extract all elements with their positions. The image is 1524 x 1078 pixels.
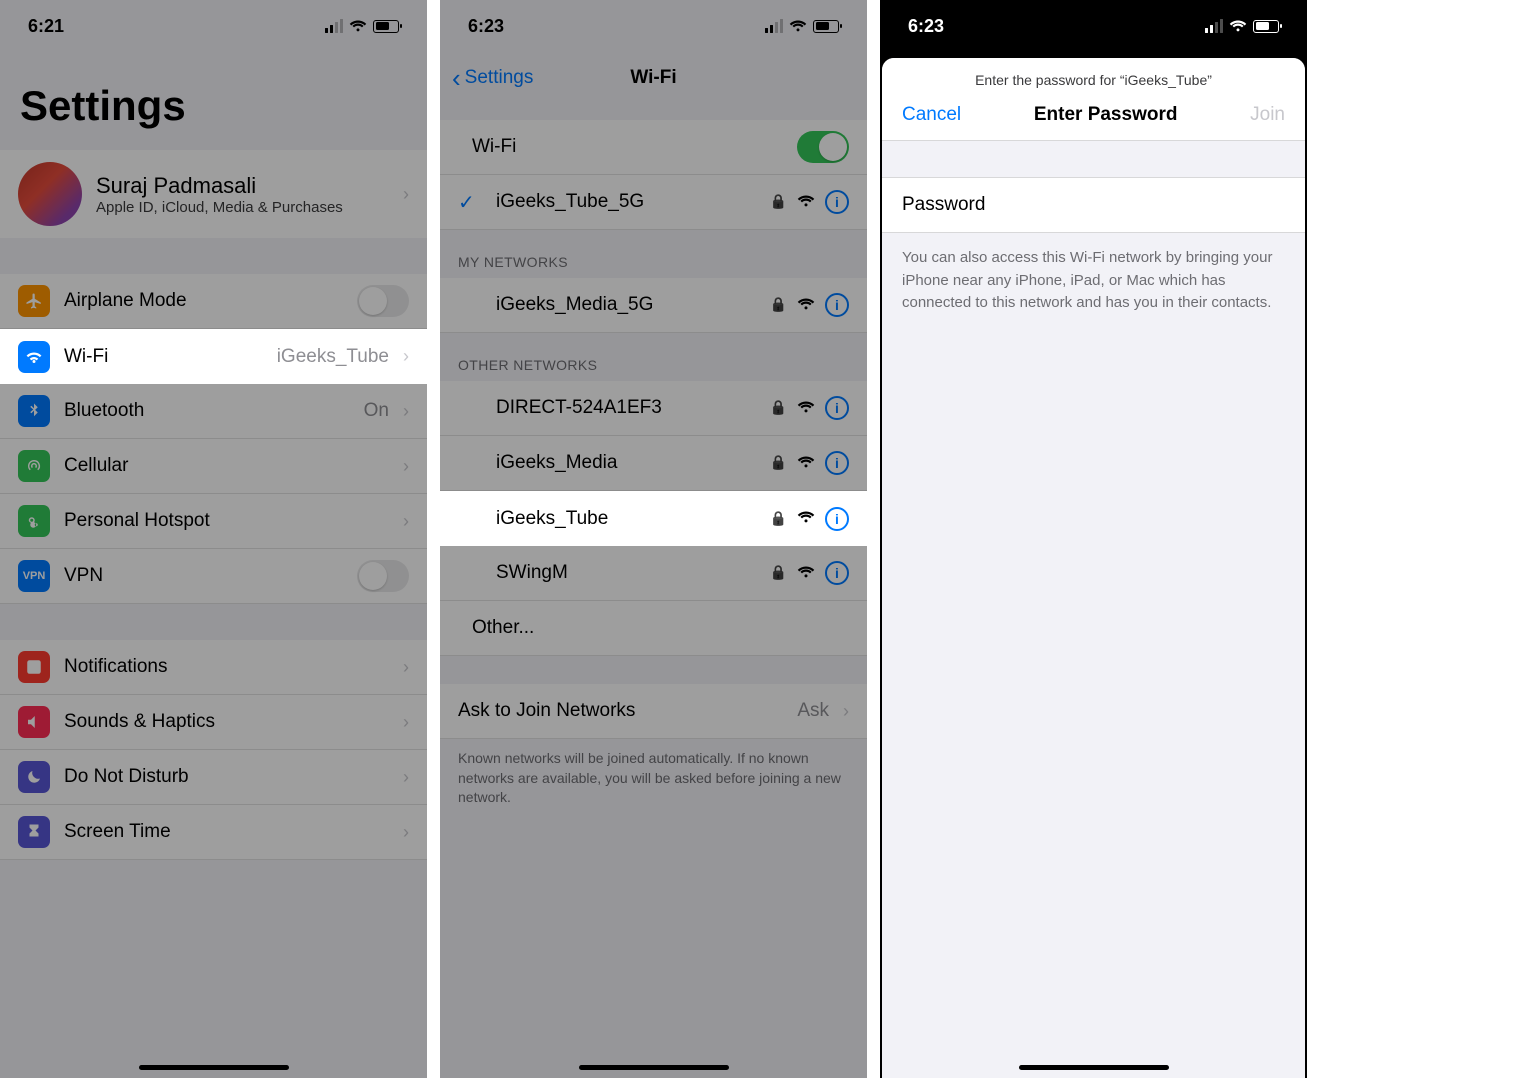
password-field[interactable]: Password [882,177,1305,233]
lock-icon [770,399,787,417]
wifi-status-icon [1229,16,1247,37]
lock-icon [770,510,787,528]
network-name: iGeeks_Tube [496,508,756,530]
cancel-button[interactable]: Cancel [902,104,961,126]
wifi-label: Wi-Fi [64,346,263,368]
battery-icon [813,20,839,33]
lock-icon [770,564,787,582]
home-indicator[interactable] [579,1065,729,1070]
wifi-settings-screen: 6:23 ‹ Settings Wi-Fi Wi-Fi ✓ iGeeks_Tub… [440,0,867,1078]
nav-bar: ‹ Settings Wi-Fi [440,52,867,104]
battery-icon [1253,20,1279,33]
nav-title: Wi-Fi [440,67,867,89]
lock-icon [770,193,787,211]
home-indicator[interactable] [139,1065,289,1070]
airplane-toggle[interactable] [357,285,409,317]
wifi-signal-icon [797,507,815,530]
vpn-toggle[interactable] [357,560,409,592]
battery-icon [373,20,399,33]
sheet-subtitle: Enter the password for “iGeeks_Tube” [882,58,1305,94]
wifi-row[interactable]: Wi-Fi iGeeks_Tube › [0,329,427,384]
join-button[interactable]: Join [1250,104,1285,126]
lock-icon [770,296,787,314]
info-icon[interactable]: i [825,507,849,531]
wifi-toggle[interactable] [797,131,849,163]
wifi-value: iGeeks_Tube [277,346,389,368]
sheet-title: Enter Password [1034,104,1178,126]
status-bar: 6:23 [880,0,1307,52]
password-label: Password [902,194,985,215]
home-indicator[interactable] [1019,1065,1169,1070]
sheet-nav: Cancel Enter Password Join [882,94,1305,141]
chevron-right-icon: › [403,346,409,367]
cell-signal-icon [1205,19,1224,33]
wifi-icon [18,341,50,373]
status-time: 6:23 [908,16,944,37]
enter-password-screen: 6:23 Enter the password for “iGeeks_Tube… [880,0,1307,1078]
password-sheet: Enter the password for “iGeeks_Tube” Can… [882,58,1305,1078]
settings-screen: 6:21 Settings Suraj Padmasali Apple ID, … [0,0,427,1078]
sharing-hint: You can also access this Wi-Fi network b… [882,233,1305,329]
other-network-row-highlighted[interactable]: iGeeks_Tube i [440,491,867,546]
lock-icon [770,454,787,472]
